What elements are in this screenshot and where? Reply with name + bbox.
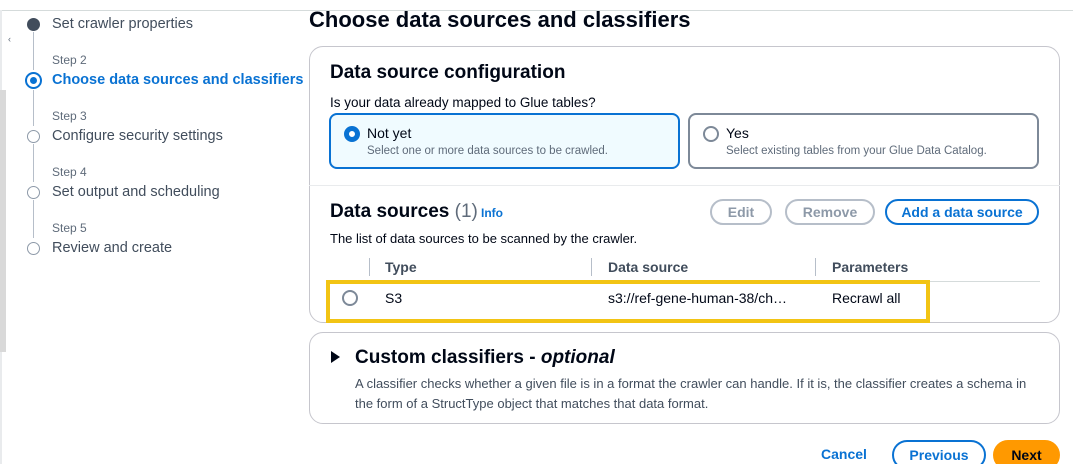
col-header-type[interactable]: Type xyxy=(385,259,417,275)
option-not-yet-tile[interactable]: Not yet Select one or more data sources … xyxy=(329,113,680,169)
config-heading: Data source configuration xyxy=(330,62,566,83)
step-pending-icon xyxy=(27,186,40,199)
option-yes-tile[interactable]: Yes Select existing tables from your Glu… xyxy=(688,113,1039,169)
col-header-data-source[interactable]: Data source xyxy=(608,259,688,275)
yes-radio[interactable] xyxy=(703,126,719,142)
mapped-question-label: Is your data already mapped to Glue tabl… xyxy=(330,95,596,110)
previous-button[interactable]: Previous xyxy=(892,440,986,464)
step-connector xyxy=(33,32,34,70)
step-completed-icon xyxy=(27,18,40,31)
next-button[interactable]: Next xyxy=(993,440,1060,464)
step-3-number: Step 3 xyxy=(52,109,87,123)
step-connector xyxy=(33,90,34,126)
step-active-icon xyxy=(25,72,42,89)
step-pending-icon xyxy=(27,242,40,255)
step-4-label: Set output and scheduling xyxy=(52,184,220,200)
page-title: Choose data sources and classifiers xyxy=(309,7,691,32)
collapse-caret-icon[interactable]: ‹ xyxy=(8,35,14,44)
data-sources-heading: Data sources (1) xyxy=(330,201,478,223)
step-4-number: Step 4 xyxy=(52,165,87,179)
section-divider xyxy=(309,185,1060,186)
info-link[interactable]: Info xyxy=(481,206,503,220)
add-data-source-button[interactable]: Add a data source xyxy=(885,199,1039,225)
cancel-button[interactable]: Cancel xyxy=(812,443,876,464)
not-yet-radio[interactable] xyxy=(344,126,360,142)
step-2-number: Step 2 xyxy=(52,53,87,67)
step-connector xyxy=(33,200,34,238)
data-sources-title: Data sources xyxy=(330,201,450,222)
step-5-label: Review and create xyxy=(52,240,173,256)
not-yet-label: Not yet xyxy=(367,125,412,141)
optional-label: optional xyxy=(540,347,615,368)
side-scrollbar[interactable] xyxy=(0,90,6,352)
column-separator xyxy=(369,258,370,276)
step-1-label[interactable]: Set crawler properties xyxy=(52,16,193,32)
custom-classifiers-heading[interactable]: Custom classifiers - optional xyxy=(355,347,615,369)
data-sources-count: (1) xyxy=(454,201,478,222)
step-2-label: Choose data sources and classifiers xyxy=(52,72,304,88)
step-pending-icon xyxy=(27,130,40,143)
step-connector xyxy=(33,144,34,182)
row-highlight-box xyxy=(326,280,930,323)
expand-caret-icon[interactable] xyxy=(331,351,340,363)
edit-button[interactable]: Edit xyxy=(710,199,772,225)
column-separator xyxy=(815,258,816,276)
step-3-label: Configure security settings xyxy=(52,128,223,144)
column-separator xyxy=(591,258,592,276)
custom-classifiers-description: A classifier checks whether a given file… xyxy=(355,376,1027,411)
col-header-parameters[interactable]: Parameters xyxy=(832,259,908,275)
yes-label: Yes xyxy=(726,125,749,141)
data-sources-description: The list of data sources to be scanned b… xyxy=(330,231,638,246)
not-yet-description: Select one or more data sources to be cr… xyxy=(367,145,608,157)
custom-classifiers-title: Custom classifiers - xyxy=(355,347,541,368)
step-5-number: Step 5 xyxy=(52,221,87,235)
remove-button[interactable]: Remove xyxy=(785,199,875,225)
yes-description: Select existing tables from your Glue Da… xyxy=(726,145,987,157)
